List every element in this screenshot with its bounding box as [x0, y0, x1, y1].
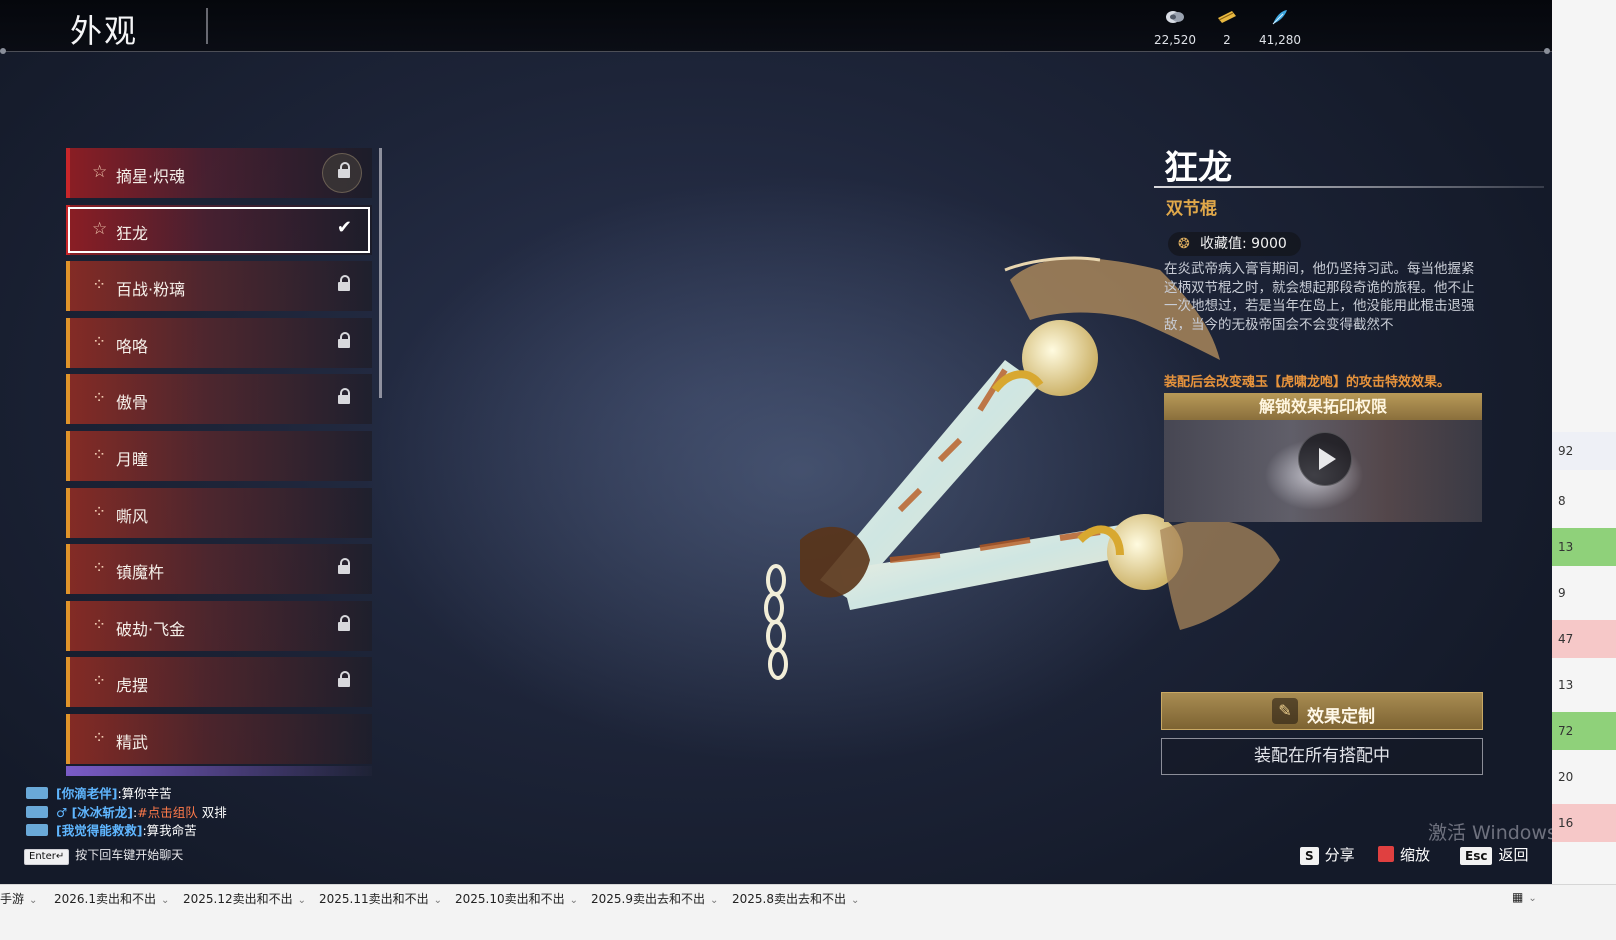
- cross-icon: ⁘: [92, 614, 107, 635]
- lock-icon: [338, 671, 350, 688]
- collection-icon: ❂: [1178, 236, 1190, 252]
- star-icon: ☆: [92, 162, 108, 182]
- cross-icon: ⁘: [92, 727, 107, 748]
- name-underline: [1154, 186, 1544, 188]
- weapon-description[interactable]: 在炎武帝病入膏肓期间，他仍坚持习武。每当他握紧这柄双节棍之时，就会想起那段奇诡的…: [1164, 260, 1486, 336]
- background-spreadsheet-edge: 92 8 13 9 47 13 72 20 16: [1552, 0, 1616, 884]
- item-name: 精武: [116, 732, 149, 752]
- equip-effect-text: 装配后会改变魂玉【虎啸龙咆】的攻击特效效果。: [1164, 375, 1451, 390]
- list-scrollbar[interactable]: [379, 148, 382, 398]
- share-button[interactable]: S 分享: [1300, 844, 1355, 865]
- spreadsheet-tab-bar: 手游 ⌄ 2026.1卖出和不出 ⌄ 2025.12卖出和不出 ⌄ 2025.11卖出…: [0, 884, 1616, 940]
- list-item[interactable]: ⁘ 咯咯: [66, 317, 372, 368]
- checkmark-icon: ✔: [336, 216, 352, 238]
- lock-icon: [338, 331, 350, 348]
- sheet-tab[interactable]: 手游 ⌄: [0, 890, 37, 907]
- weapon-name: 狂龙: [1164, 148, 1232, 188]
- item-name: 破劫·飞金: [116, 619, 186, 639]
- lock-icon: [338, 558, 350, 575]
- list-item[interactable]: ⁘ 精武: [66, 713, 372, 764]
- mouse-icon: [1378, 846, 1394, 862]
- sheet-tab[interactable]: 2025.10卖出和不出 ⌄: [455, 890, 578, 907]
- chat-input-hint[interactable]: Enter↵ 按下回车键开始聊天: [24, 846, 183, 865]
- enter-key-icon: Enter↵: [24, 849, 70, 865]
- divider-dot: [1544, 48, 1550, 54]
- feather-icon: [1245, 8, 1315, 31]
- chat-channel-icon: [26, 787, 48, 799]
- equip-all-button[interactable]: 装配在所有搭配中: [1161, 738, 1483, 775]
- lock-icon: [338, 388, 350, 405]
- collection-value-badge: ❂ 收藏值: 9000: [1168, 232, 1301, 256]
- grid-view-icon[interactable]: ▦ ⌄: [1512, 890, 1537, 904]
- list-next-item-edge: [66, 766, 372, 776]
- weapon-type: 双节棍: [1166, 199, 1217, 219]
- unlock-effect-banner: 解锁效果拓印权限: [1164, 393, 1482, 420]
- customize-effect-button[interactable]: ✎ 效果定制: [1161, 692, 1483, 730]
- item-name: 虎摆: [116, 676, 149, 696]
- list-item[interactable]: ⁘ 傲骨: [66, 374, 372, 425]
- item-name: 月瞳: [116, 449, 149, 469]
- divider-dot: [0, 48, 6, 54]
- item-name: 摘星·炽魂: [116, 167, 186, 186]
- sheet-tab[interactable]: 2026.1卖出和不出 ⌄: [54, 890, 169, 907]
- orb-upper: [1022, 320, 1098, 396]
- game-viewport: 外观 22,520 2 41,280 ID:452982003000163[CN…: [0, 0, 1602, 906]
- list-item[interactable]: ⁘ 月瞳: [66, 430, 372, 481]
- item-name: 咯咯: [116, 336, 149, 356]
- cross-icon: ⁘: [92, 275, 107, 296]
- item-name: 傲骨: [116, 393, 149, 413]
- back-button[interactable]: Esc 返回: [1460, 844, 1528, 865]
- chat-log[interactable]: [你滴老伴]:算你辛苦 ♂ [冰冰斩龙]:#点击组队 双排 [我觉得能救救]:算…: [26, 785, 227, 841]
- top-divider: [0, 51, 1602, 52]
- star-icon: ☆: [92, 218, 108, 239]
- chat-channel-icon: [26, 805, 48, 818]
- cross-icon: ⁘: [92, 388, 107, 409]
- page-title: 外观: [70, 12, 139, 50]
- chat-message: [我觉得能救救]:算我命苦: [26, 822, 227, 841]
- list-item[interactable]: ☆ 摘星·炽魂: [66, 148, 372, 198]
- cross-icon: ⁘: [92, 331, 107, 352]
- zoom-button[interactable]: 缩放: [1378, 844, 1430, 865]
- list-item-selected[interactable]: ☆ 狂龙 ✔: [66, 204, 372, 255]
- male-icon: ♂: [56, 804, 72, 820]
- sheet-tab[interactable]: 2025.12卖出和不出 ⌄: [183, 890, 306, 907]
- lock-icon: [338, 614, 350, 631]
- item-name: 狂龙: [116, 223, 149, 243]
- appearance-list: ☆ 摘星·炽魂 ☆ 狂龙 ✔ ⁘ 百战·粉璃 ⁘ 咯咯 ⁘ 傲骨 ⁘ 月瞳 ⁘ …: [66, 148, 372, 771]
- chat-message: [你滴老伴]:算你辛苦: [26, 785, 227, 804]
- lock-icon: [338, 162, 350, 178]
- lock-icon: [338, 275, 350, 292]
- list-item[interactable]: ⁘ 嘶风: [66, 487, 372, 538]
- item-name: 嘶风: [116, 506, 149, 526]
- currency-feathers: 41,280: [1245, 8, 1315, 47]
- sheet-tab[interactable]: 2025.8卖出去和不出 ⌄: [732, 890, 859, 907]
- list-item[interactable]: ⁘ 镇魔杵: [66, 544, 372, 595]
- title-separator: [206, 8, 208, 44]
- chat-channel-icon: [26, 824, 48, 836]
- item-name: 百战·粉璃: [116, 280, 186, 300]
- list-item[interactable]: ⁘ 破劫·飞金: [66, 600, 372, 651]
- item-name: 镇魔杵: [116, 563, 165, 583]
- list-item[interactable]: ⁘ 百战·粉璃: [66, 261, 372, 312]
- dragon-head-lower: [1160, 520, 1280, 630]
- windows-activation-watermark: 激活 Windows: [1428, 822, 1557, 844]
- cross-icon: ⁘: [92, 671, 107, 692]
- chain: [764, 564, 788, 680]
- sheet-tab[interactable]: 2025.11卖出和不出 ⌄: [319, 890, 442, 907]
- sheet-tab[interactable]: 2025.9卖出去和不出 ⌄: [591, 890, 718, 907]
- play-icon[interactable]: [1298, 432, 1352, 486]
- chat-message: ♂ [冰冰斩龙]:#点击组队 双排: [26, 804, 227, 823]
- brush-icon: ✎: [1272, 698, 1298, 724]
- top-bar: [0, 0, 1602, 52]
- cross-icon: ⁘: [92, 444, 107, 465]
- cross-icon: ⁘: [92, 501, 107, 522]
- cross-icon: ⁘: [92, 558, 107, 579]
- list-item[interactable]: ⁘ 虎摆: [66, 657, 372, 708]
- team-link[interactable]: #点击组队: [137, 805, 197, 820]
